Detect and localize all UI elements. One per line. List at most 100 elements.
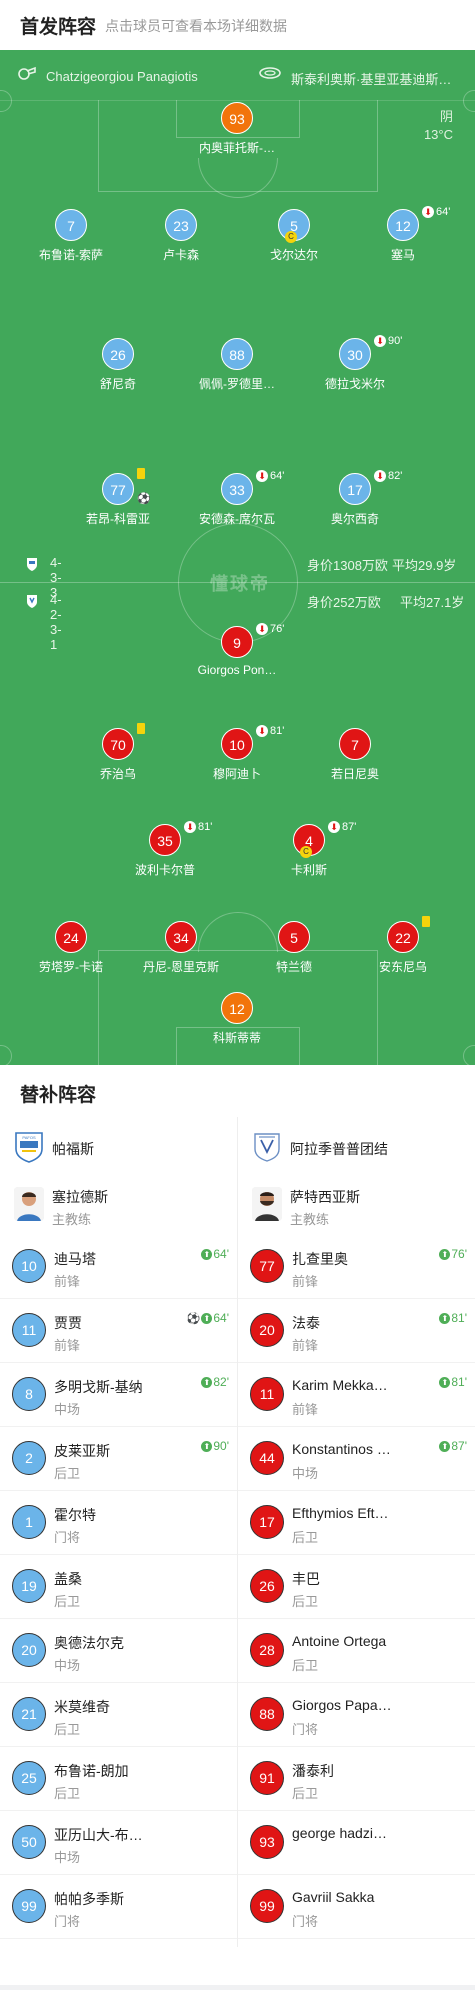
bench-player-row[interactable]: 11 Karim Mekka… 前锋 ⬆ 81'	[238, 1363, 475, 1427]
player-name: 科斯蒂蒂	[212, 1031, 261, 1045]
bench-player-row[interactable]: 99 帕帕多季斯 门将	[0, 1875, 237, 1939]
bench-player-name: Karim Mekka…	[292, 1377, 388, 1393]
away-player[interactable]: 12 科斯蒂蒂	[172, 992, 302, 1054]
player-name: Giorgos Pon…	[197, 663, 277, 677]
bench-player-number: 10	[12, 1249, 46, 1283]
whistle-icon	[18, 66, 36, 80]
away-player[interactable]: 35 波利卡尔普 ⬇ 81'	[100, 821, 230, 886]
bench-player-row[interactable]: 26 丰巴 后卫	[238, 1555, 475, 1619]
player-number: 9	[221, 626, 253, 658]
sub-on-indicator: ⬆ 87'	[439, 1439, 467, 1453]
captain-icon: C	[300, 846, 312, 858]
bench-player-name: 贾贾	[54, 1315, 82, 1331]
away-coach-row[interactable]: 萨特西亚斯 主教练	[238, 1175, 475, 1235]
bench-player-number: 11	[250, 1377, 284, 1411]
sub-on-time: 87'	[451, 1439, 467, 1453]
home-coach-role: 主教练	[52, 1212, 92, 1227]
bench-player-position: 门将	[54, 1530, 81, 1545]
bench-player-row[interactable]: 21 米莫维奇 后卫	[0, 1683, 237, 1747]
player-name: 卡利斯	[290, 863, 327, 877]
home-coach-row[interactable]: 塞拉德斯 主教练	[0, 1175, 237, 1235]
bench-player-name: 霍尔特	[54, 1507, 96, 1523]
yellow-card-icon	[137, 723, 145, 734]
bench-player-row[interactable]: 20 法泰 前锋 ⬆ 81'	[238, 1299, 475, 1363]
player-number: 77	[102, 473, 134, 505]
player-number: 33	[221, 473, 253, 505]
away-team-row[interactable]: 阿拉季普普团结	[238, 1117, 475, 1175]
player-name: 德拉戈米尔	[324, 377, 385, 391]
bench-player-position: 中场	[54, 1402, 81, 1417]
player-name: 卢卡森	[162, 248, 199, 262]
sub-off-icon: ⬇	[256, 623, 268, 636]
home-team-badge-icon	[27, 558, 37, 571]
home-player[interactable]: 30 德拉戈米尔 ⬇ 90'	[290, 335, 420, 400]
bench-player-position: 后卫	[292, 1658, 319, 1673]
goal-ball-icon: ⚽	[186, 1313, 201, 1325]
sub-off-icon: ⬇	[374, 335, 386, 348]
home-player[interactable]: 88 佩佩-罗德里…	[172, 338, 302, 400]
away-player[interactable]: 22 安东尼乌	[338, 916, 468, 983]
player-name: 若日尼奥	[330, 767, 379, 781]
bench-player-row[interactable]: 93 george hadzi…	[238, 1811, 475, 1875]
bench-player-number: 44	[250, 1441, 284, 1475]
away-player[interactable]: 34 丹尼-恩里克斯	[116, 921, 246, 983]
bench-player-row[interactable]: 44 Konstantinos … 中场 ⬆ 87'	[238, 1427, 475, 1491]
bench-player-row[interactable]: 20 奥德法尔克 中场	[0, 1619, 237, 1683]
bench-player-row[interactable]: 17 Efthymios Eft… 后卫	[238, 1491, 475, 1555]
away-player[interactable]: 70 乔治乌	[53, 723, 183, 790]
bench-player-number: 11	[12, 1313, 46, 1347]
home-player[interactable]: 93 内奥菲托斯-…	[172, 102, 302, 164]
player-number: 93	[221, 102, 253, 134]
home-player[interactable]: 23 卢卡森	[116, 209, 246, 271]
home-team-row[interactable]: PAFOS 帕福斯	[0, 1117, 237, 1175]
player-number: 5	[278, 921, 310, 953]
away-player[interactable]: 7 若日尼奥	[290, 728, 420, 790]
bench-player-position: 前锋	[292, 1274, 319, 1289]
bench-player-row[interactable]: 19 盖桑 后卫	[0, 1555, 237, 1619]
player-number: 22	[387, 921, 419, 953]
bench-player-row[interactable]: 10 迪马塔 前锋 ⬆ 64'	[0, 1235, 237, 1299]
home-player[interactable]: 17 奥尔西奇 ⬇ 82'	[290, 470, 420, 535]
player-number: 7	[55, 209, 87, 241]
bench-player-position: 后卫	[292, 1594, 319, 1609]
bench-player-name: Gavriil Sakka	[292, 1889, 375, 1905]
bench-player-position: 后卫	[54, 1594, 81, 1609]
sub-on-indicator: ⬆ 76'	[439, 1247, 467, 1261]
away-player[interactable]: 9 Giorgos Pon… ⬇ 76'	[172, 623, 302, 688]
home-player[interactable]: 77 若昂-科雷亚 ⚽	[53, 468, 183, 535]
home-player[interactable]: 33 安德森-席尔瓦 ⬇ 64'	[172, 470, 302, 535]
sub-off-icon: ⬇	[328, 821, 340, 834]
sub-time: 76'	[270, 623, 285, 635]
bench-player-name: 潘泰利	[292, 1763, 334, 1779]
bench-player-row[interactable]: 77 扎查里奥 前锋 ⬆ 76'	[238, 1235, 475, 1299]
bench-player-row[interactable]: 1 霍尔特 门将	[0, 1491, 237, 1555]
bench-player-number: 28	[250, 1633, 284, 1667]
bench-player-row[interactable]: 28 Antoine Ortega 后卫	[238, 1619, 475, 1683]
away-player[interactable]: 10 穆阿迪卜 ⬇ 81'	[172, 725, 302, 790]
bench-player-number: 17	[250, 1505, 284, 1539]
bench-player-position: 前锋	[292, 1338, 319, 1353]
home-player[interactable]: 12 塞马 ⬇ 64'	[338, 206, 468, 271]
bench-player-position: 门将	[54, 1914, 81, 1929]
bench-player-position: 前锋	[292, 1402, 319, 1417]
sub-off-indicator: ⬇ 76'	[256, 623, 285, 636]
bench-player-row[interactable]: 11 贾贾 前锋 ⚽ ⬆ 64'	[0, 1299, 237, 1363]
bench-player-row[interactable]: 2 皮莱亚斯 后卫 ⬆ 90'	[0, 1427, 237, 1491]
bench-player-row[interactable]: 99 Gavriil Sakka 门将	[238, 1875, 475, 1939]
bench-player-name: 丰巴	[292, 1571, 320, 1587]
bench-player-row[interactable]: 50 亚历山大-布… 中场	[0, 1811, 237, 1875]
bench-player-position: 后卫	[292, 1530, 319, 1545]
lineup-header: 首发阵容 点击球员可查看本场详细数据	[0, 0, 475, 50]
bench-player-row[interactable]: 91 潘泰利 后卫	[238, 1747, 475, 1811]
bench-player-number: 21	[12, 1697, 46, 1731]
bench-player-row[interactable]: 25 布鲁诺-朗加 后卫	[0, 1747, 237, 1811]
bench-player-row[interactable]: 8 多明戈斯-基纳 中场 ⬆ 82'	[0, 1363, 237, 1427]
home-team-logo-icon: PAFOS	[15, 1132, 43, 1163]
sub-off-indicator: ⬇ 82'	[374, 470, 402, 483]
home-team-name: 帕福斯	[52, 1141, 94, 1157]
home-player[interactable]: 26 舒尼奇	[53, 338, 183, 400]
sub-on-icon: ⬆	[201, 1377, 213, 1389]
away-player[interactable]: 4 卡利斯 ⬇ 87' C	[244, 821, 374, 886]
player-name: 奥尔西奇	[330, 512, 379, 526]
bench-player-row[interactable]: 88 Giorgos Papa… 门将	[238, 1683, 475, 1747]
